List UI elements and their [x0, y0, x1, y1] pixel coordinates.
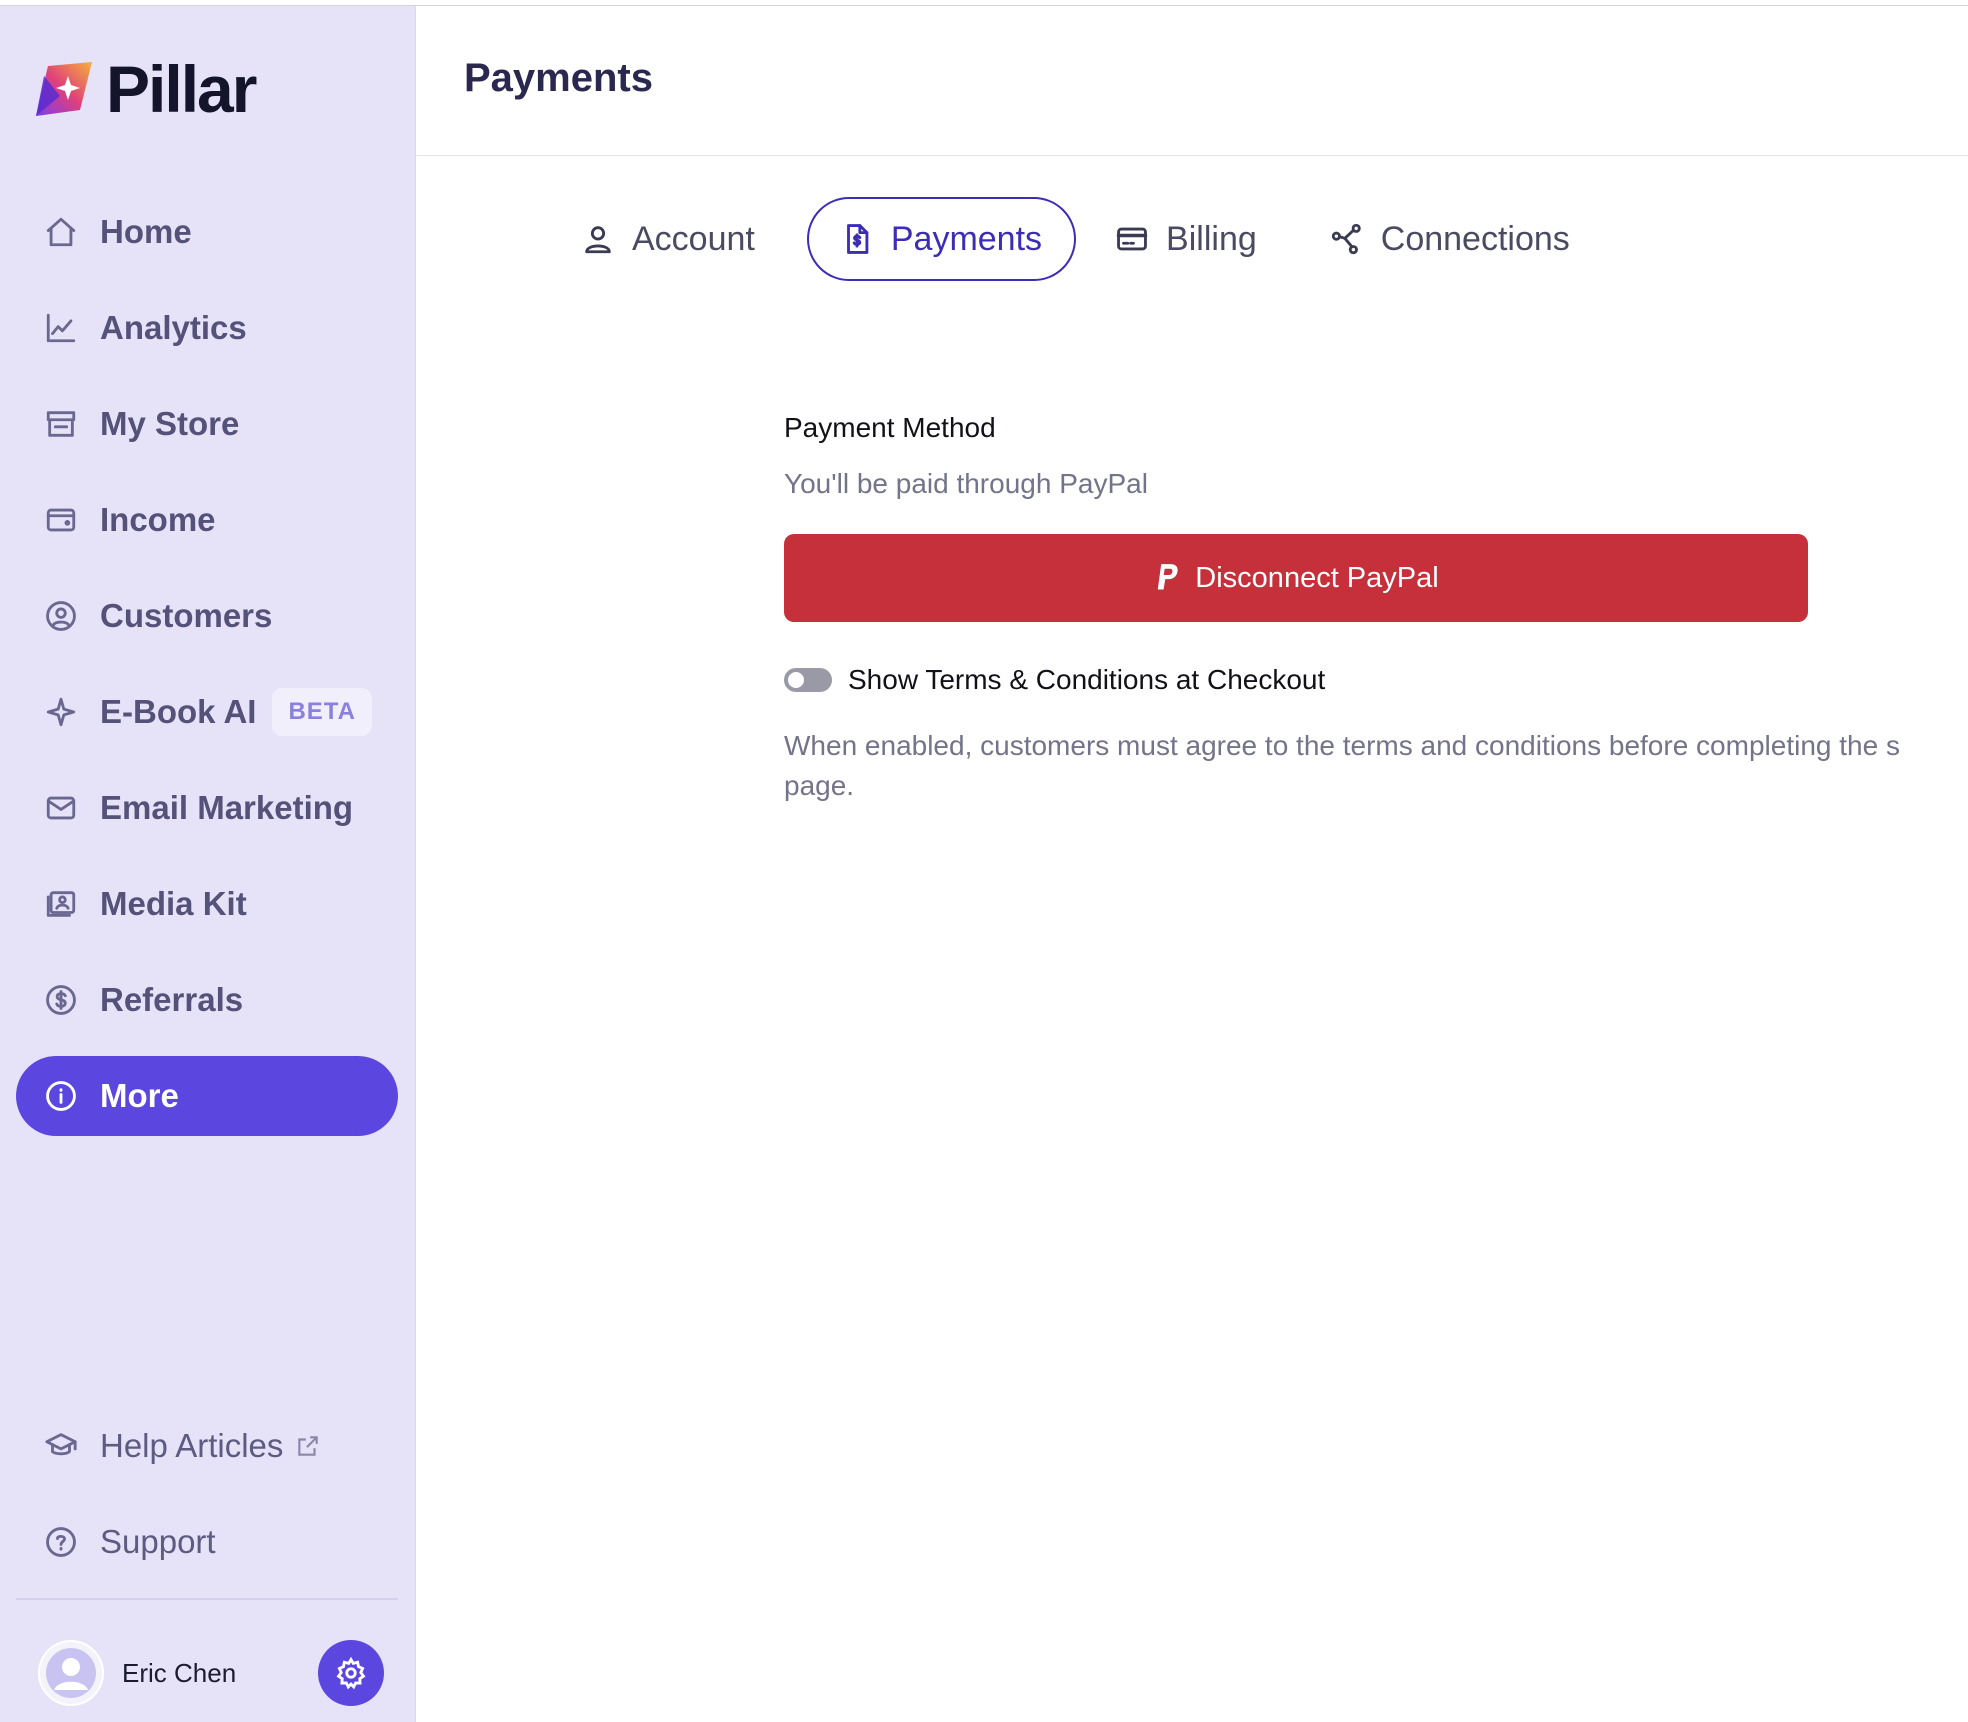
gear-icon [336, 1656, 366, 1690]
tab-label: Payments [890, 219, 1043, 258]
sidebar-nav: Home Analytics My Store Income Customers… [16, 192, 398, 1152]
terms-toggle[interactable] [784, 668, 832, 692]
sparkle-icon [42, 693, 80, 731]
question-circle-icon [42, 1523, 80, 1561]
terms-help-text: When enabled, customers must agree to th… [784, 730, 1900, 801]
sidebar-item-income[interactable]: Income [16, 480, 398, 560]
terms-toggle-label: Show Terms & Conditions at Checkout [848, 664, 1326, 695]
toggle-knob [788, 672, 804, 688]
sidebar-item-label: My Store [100, 405, 240, 442]
sidebar-item-label: Email Marketing [100, 789, 354, 826]
section-subtitle: You'll be paid through PayPal [784, 468, 1148, 499]
logo[interactable]: Pillar [30, 52, 257, 126]
sidebar-divider [16, 1598, 398, 1600]
sidebar-item-media-kit[interactable]: Media Kit [16, 864, 398, 944]
graduation-cap-icon [42, 1427, 80, 1465]
paypal-icon [1158, 564, 1178, 590]
tab-label: Connections [1380, 219, 1570, 258]
sidebar-item-email-marketing[interactable]: Email Marketing [16, 768, 398, 848]
settings-tabs: Account Payments Billing Connections [560, 196, 1622, 282]
sidebar-item-ebook-ai[interactable]: E-Book AI BETA [16, 672, 398, 752]
credit-card-icon [1112, 219, 1152, 259]
sidebar-item-label: E-Book AI [100, 693, 257, 730]
sidebar-item-customers[interactable]: Customers [16, 576, 398, 656]
sidebar-item-label: Referrals [100, 981, 244, 1018]
beta-badge: BETA [272, 688, 373, 736]
tab-billing[interactable]: Billing [1094, 197, 1291, 281]
tab-label: Billing [1166, 219, 1257, 258]
chart-icon [42, 309, 80, 347]
disconnect-paypal-label: Disconnect PayPal [1195, 561, 1439, 594]
terms-toggle-row: Show Terms & Conditions at Checkout [784, 658, 1968, 702]
user-icon [578, 219, 618, 259]
tab-connections[interactable]: Connections [1309, 197, 1604, 281]
share-nodes-icon [1327, 219, 1367, 259]
info-circle-icon [42, 1077, 80, 1115]
store-icon [42, 405, 80, 443]
sidebar-item-label: Media Kit [100, 885, 247, 922]
sidebar-item-label: Income [100, 501, 216, 538]
payment-method-section: Payment Method You'll be paid through Pa… [784, 412, 1900, 801]
avatar[interactable] [38, 1640, 104, 1706]
sidebar-bottom-nav: Help Articles Support [16, 1406, 398, 1598]
user-profile: Eric Chen [38, 1640, 384, 1706]
sidebar-item-my-store[interactable]: My Store [16, 384, 398, 464]
user-circle-icon [42, 597, 80, 635]
user-name: Eric Chen [122, 1657, 237, 1688]
sidebar-item-help-articles[interactable]: Help Articles [16, 1406, 398, 1486]
sidebar-item-support[interactable]: Support [16, 1502, 398, 1582]
app-name: Pillar [106, 52, 257, 126]
invoice-icon [837, 219, 877, 259]
dollar-circle-icon [42, 981, 80, 1019]
page-title: Payments [464, 56, 653, 100]
sidebar-item-label: Support [100, 1523, 216, 1560]
sidebar-item-label: Customers [100, 597, 273, 634]
tab-account[interactable]: Account [560, 197, 789, 281]
home-icon [42, 213, 80, 251]
tab-payments[interactable]: Payments [806, 197, 1077, 281]
sidebar-item-analytics[interactable]: Analytics [16, 288, 398, 368]
mail-icon [42, 789, 80, 827]
tab-label: Account [632, 219, 755, 258]
disconnect-paypal-button[interactable]: Disconnect PayPal [784, 534, 1808, 622]
wallet-icon [42, 501, 80, 539]
sidebar: Pillar Home Analytics My Store Income Cu… [0, 6, 416, 1722]
external-link-icon [295, 1433, 321, 1459]
sidebar-item-referrals[interactable]: Referrals [16, 960, 398, 1040]
sidebar-item-home[interactable]: Home [16, 192, 398, 272]
sidebar-item-label: Help Articles [100, 1427, 284, 1464]
avatar-placeholder-icon [46, 1648, 96, 1698]
sidebar-item-label: Analytics [100, 309, 247, 346]
sidebar-item-label: Home [100, 213, 192, 250]
page-header: Payments [416, 6, 1968, 156]
sidebar-item-label: More [100, 1077, 179, 1114]
pillar-logo-icon [36, 62, 92, 116]
section-title: Payment Method [784, 412, 996, 443]
media-kit-icon [42, 885, 80, 923]
sidebar-item-more[interactable]: More [16, 1056, 398, 1136]
settings-button[interactable] [318, 1640, 384, 1706]
